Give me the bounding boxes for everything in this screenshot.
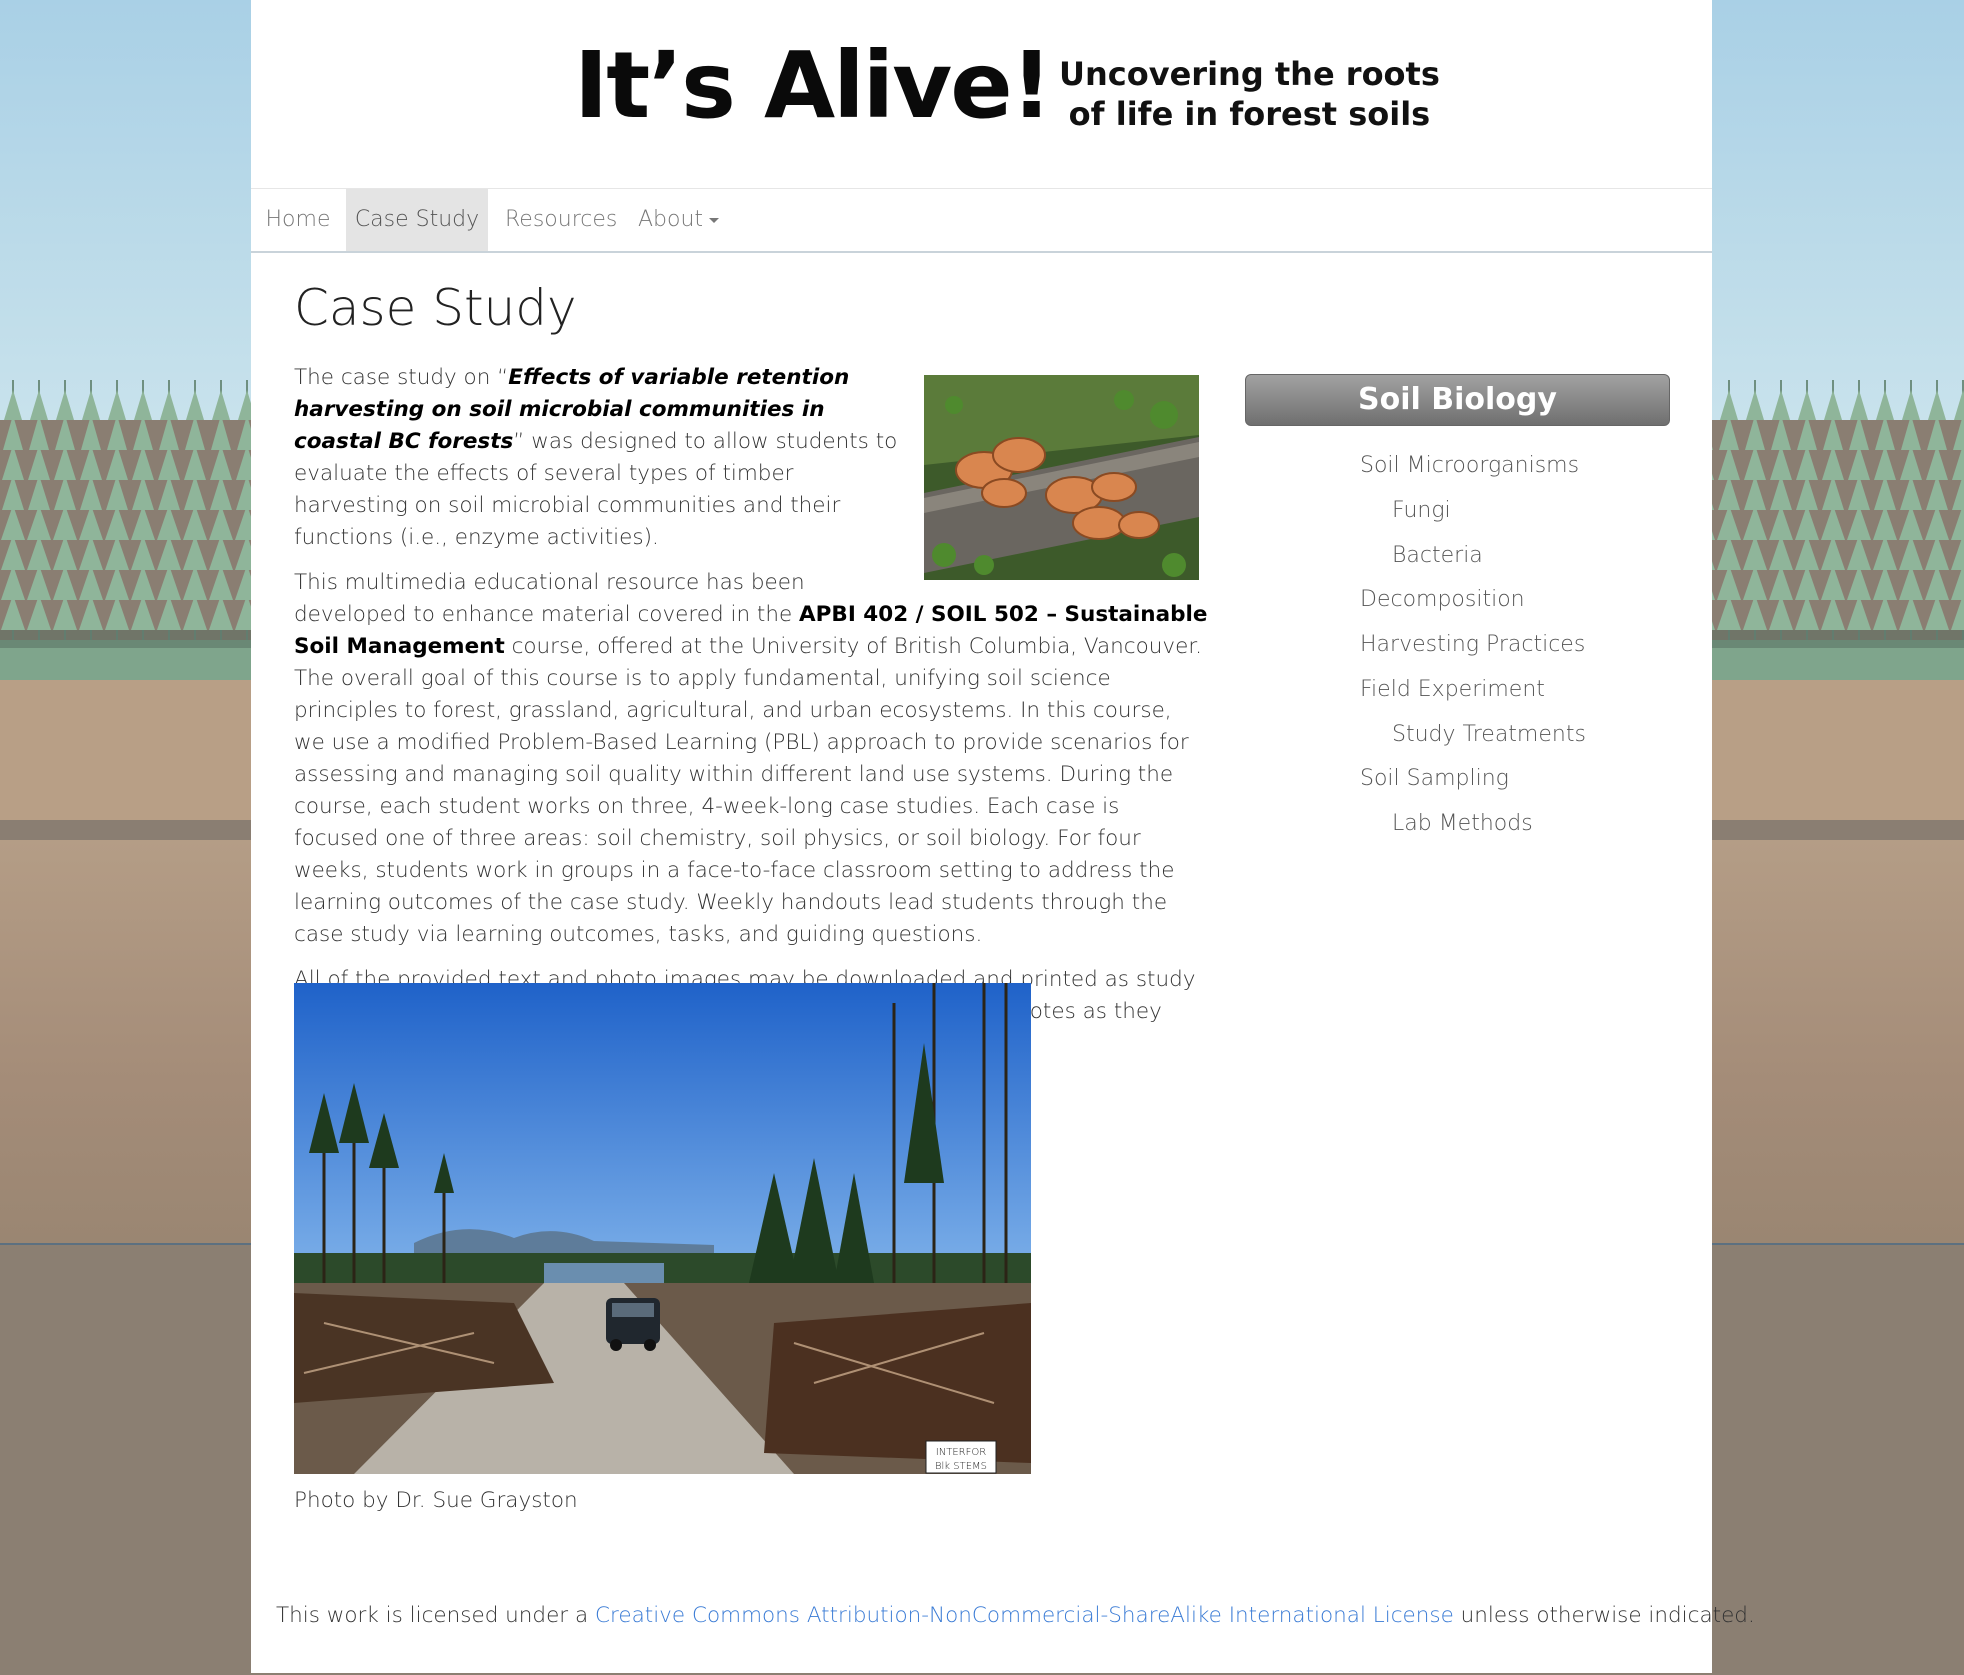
nav-item-home[interactable]: Home: [251, 189, 345, 251]
sidebar-item-fungi[interactable]: Fungi: [1392, 498, 1451, 523]
site-logo-title[interactable]: It’s Alive!: [574, 40, 1053, 132]
intro-pre: The case study on “: [294, 365, 509, 390]
site-logo-subtitle: Uncovering the roots of life in forest s…: [1059, 54, 1440, 134]
license-notice: This work is licensed under a Creative C…: [276, 1603, 1755, 1628]
page-title: Case Study: [294, 279, 577, 337]
photo-caption: Photo by Dr. Sue Grayston: [294, 1488, 578, 1513]
nav-item-label: Home: [265, 207, 331, 232]
nav-item-case-study[interactable]: Case Study: [346, 189, 488, 251]
logo-subtitle-line2: of life in forest soils: [1068, 95, 1431, 133]
course-paragraph: This multimedia educational resource has…: [294, 567, 1209, 951]
caret-down-icon: [709, 217, 720, 223]
sidebar-item-bacteria[interactable]: Bacteria: [1392, 543, 1483, 568]
sidebar-item-study-treatments[interactable]: Study Treatments: [1392, 722, 1586, 747]
license-post: unless otherwise indicated.: [1453, 1603, 1755, 1628]
sidebar-item-soil-microorganisms[interactable]: Soil Microorganisms: [1360, 453, 1579, 478]
nav-item-resources[interactable]: Resources: [505, 189, 623, 251]
photo-sign-text: INTERFOR: [936, 1447, 986, 1458]
license-pre: This work is licensed under a: [276, 1603, 595, 1628]
logging-road-photo[interactable]: INTERFOR Blk STEMS: [294, 983, 1031, 1474]
course-post: course, offered at the University of Bri…: [294, 634, 1203, 947]
sidebar-heading: Soil Biology: [1245, 374, 1670, 426]
logo-subtitle-line1: Uncovering the roots: [1059, 55, 1440, 93]
photo-sign-text-2: Blk STEMS: [935, 1461, 987, 1472]
sidebar-item-lab-methods[interactable]: Lab Methods: [1392, 811, 1533, 836]
nav-item-about[interactable]: About: [638, 189, 748, 251]
license-link[interactable]: Creative Commons Attribution-NonCommerci…: [595, 1603, 1454, 1628]
main-nav: Home Case Study Resources About: [251, 188, 1712, 253]
sidebar-item-soil-sampling[interactable]: Soil Sampling: [1360, 766, 1509, 791]
nav-item-label: Resources: [505, 207, 618, 232]
sidebar-item-harvesting-practices[interactable]: Harvesting Practices: [1360, 632, 1585, 657]
fungi-on-log-photo[interactable]: [924, 375, 1199, 580]
sidebar-item-decomposition[interactable]: Decomposition: [1360, 587, 1525, 612]
page-panel: It’s Alive! Uncovering the roots of life…: [251, 0, 1755, 1673]
nav-item-label: Case Study: [354, 207, 480, 232]
main-content: The case study on “Effects of variable r…: [294, 362, 1209, 1073]
sidebar-item-field-experiment[interactable]: Field Experiment: [1360, 677, 1545, 702]
nav-item-label: About: [638, 207, 704, 232]
site-banner: It’s Alive! Uncovering the roots of life…: [251, 0, 1712, 188]
course-pre: This multimedia educational resource has…: [294, 570, 805, 627]
